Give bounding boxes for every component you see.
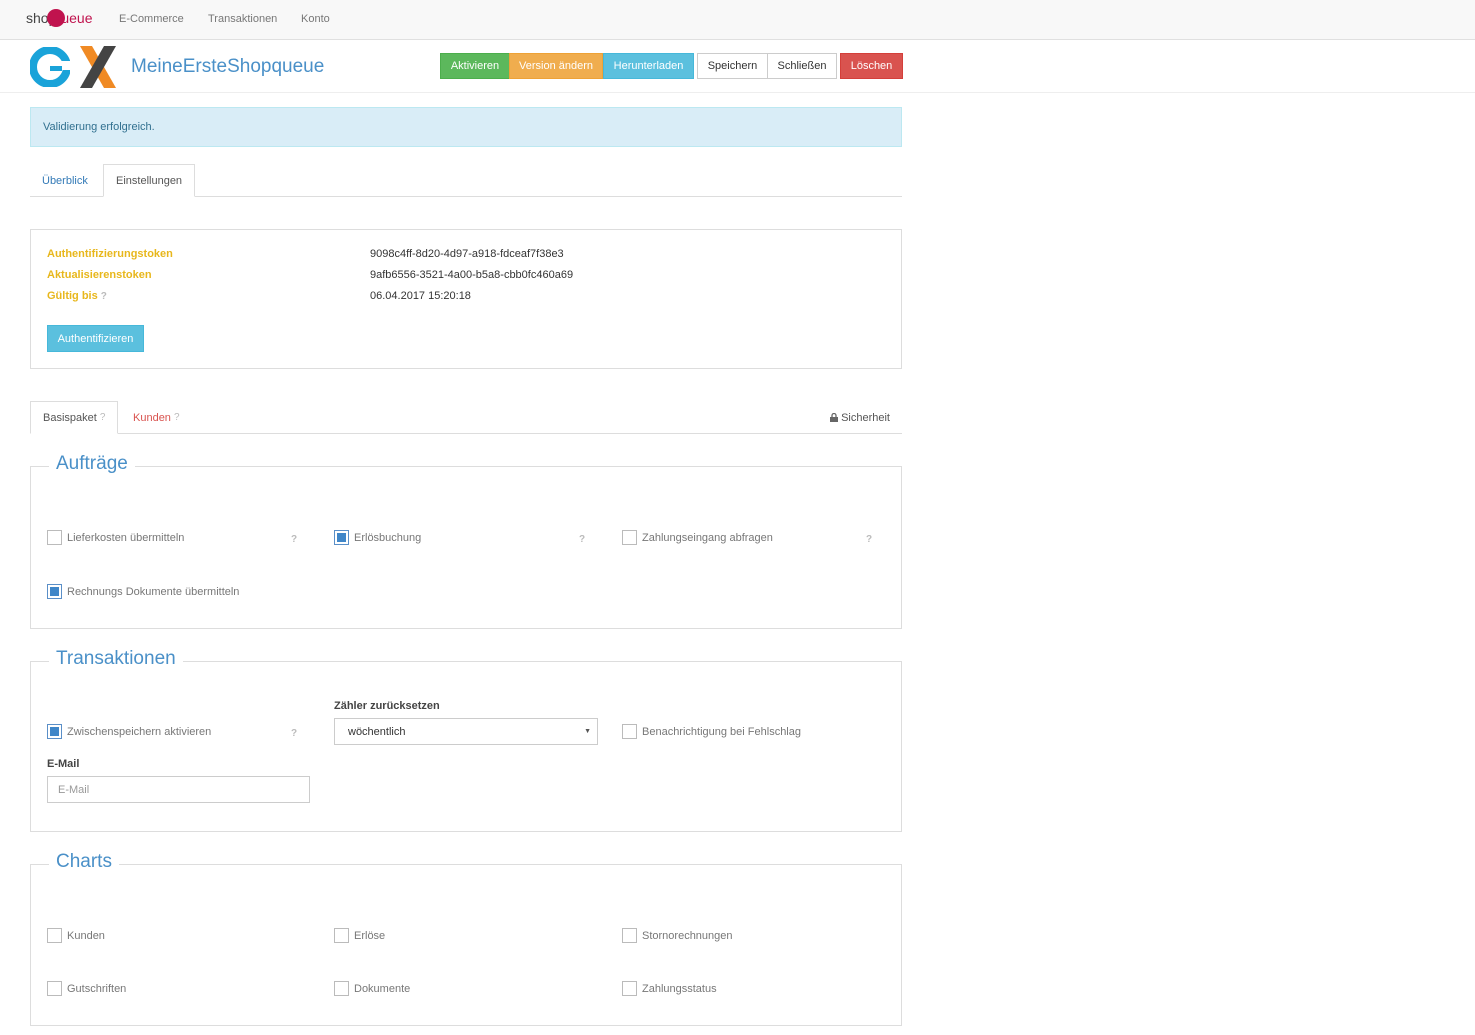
app-title: MeineErsteShopqueue	[131, 56, 325, 77]
tab-sicherheit[interactable]: Sicherheit	[818, 401, 902, 434]
checkbox-box[interactable]	[334, 928, 349, 943]
refresh-token-label: Aktualisierenstoken	[47, 269, 152, 281]
chart-kunden-checkbox[interactable]: Kunden	[47, 928, 105, 943]
change-version-button[interactable]: Version ändern	[509, 53, 603, 79]
nav-transaktionen[interactable]: Transaktionen	[208, 13, 277, 25]
chart-erloese-checkbox[interactable]: Erlöse	[334, 928, 385, 943]
zaehler-label: Zähler zurücksetzen	[334, 700, 440, 712]
checkbox-box[interactable]	[47, 530, 62, 545]
zwischenspeichern-label: Zwischenspeichern aktivieren	[67, 725, 212, 738]
chart-kunden-label: Kunden	[67, 929, 105, 942]
tab-sicherheit-label: Sicherheit	[841, 411, 890, 424]
brand-logo[interactable]: shop ueue	[26, 9, 93, 27]
chart-gutschriften-checkbox[interactable]: Gutschriften	[47, 981, 126, 996]
erloesbuchung-checkbox[interactable]: Erlösbuchung	[334, 530, 421, 545]
auftraege-legend: Aufträge	[49, 453, 135, 475]
nav-konto[interactable]: Konto	[301, 13, 330, 25]
help-icon[interactable]: ?	[100, 412, 106, 423]
chart-zahlungsstatus-checkbox[interactable]: Zahlungsstatus	[622, 981, 717, 996]
brand-text-queue: ueue	[61, 10, 93, 26]
lock-icon	[830, 413, 839, 422]
checkbox-box[interactable]	[47, 981, 62, 996]
chart-stornorechnungen-label: Stornorechnungen	[642, 929, 733, 942]
main-tabs: Überblick Einstellungen	[30, 164, 902, 197]
activate-button[interactable]: Aktivieren	[440, 53, 510, 79]
authenticate-button[interactable]: Authentifizieren	[47, 325, 144, 352]
zaehler-select-value: wöchentlich	[348, 726, 406, 738]
token-panel: Authentifizierungstoken 9098c4ff-8d20-4d…	[30, 229, 902, 369]
save-button[interactable]: Speichern	[697, 53, 768, 79]
valid-until-value: 06.04.2017 15:20:18	[370, 290, 471, 302]
tab-einstellungen[interactable]: Einstellungen	[103, 164, 196, 197]
zahlungseingang-label: Zahlungseingang abfragen	[642, 531, 773, 544]
chart-erloese-label: Erlöse	[354, 929, 386, 942]
top-navbar: shop ueue E-Commerce Transaktionen Konto	[0, 0, 1475, 40]
tab-basispaket-label: Basispaket	[43, 411, 97, 424]
zaehler-select[interactable]: wöchentlich ▼	[334, 718, 598, 745]
close-button[interactable]: Schließen	[767, 53, 837, 79]
checkbox-box[interactable]	[47, 724, 62, 739]
sub-tabs: Basispaket? Kunden? Sicherheit	[30, 401, 902, 434]
validation-alert: Validierung erfolgreich.	[30, 107, 902, 147]
nav-ecommerce[interactable]: E-Commerce	[119, 13, 184, 25]
help-icon[interactable]: ?	[866, 534, 872, 545]
benachrichtigung-label: Benachrichtigung bei Fehlschlag	[642, 725, 801, 738]
tab-ueberblick[interactable]: Überblick	[30, 164, 100, 197]
checkbox-box[interactable]	[622, 724, 637, 739]
chart-dokumente-label: Dokumente	[354, 982, 411, 995]
erloesbuchung-label: Erlösbuchung	[354, 531, 422, 544]
checkbox-box[interactable]	[334, 981, 349, 996]
zwischenspeichern-checkbox[interactable]: Zwischenspeichern aktivieren	[47, 724, 211, 739]
auth-token-value: 9098c4ff-8d20-4d97-a918-fdceaf7f38e3	[370, 248, 564, 260]
delete-button[interactable]: Löschen	[840, 53, 903, 79]
auth-token-label: Authentifizierungstoken	[47, 248, 173, 260]
chart-gutschriften-label: Gutschriften	[67, 982, 127, 995]
valid-until-label: Gültig bis?	[47, 290, 107, 302]
chart-zahlungsstatus-label: Zahlungsstatus	[642, 982, 717, 995]
checkbox-box[interactable]	[622, 530, 637, 545]
charts-fieldset: Charts Kunden Erlöse Stornorechnungen Gu…	[30, 851, 902, 1026]
valid-until-text: Gültig bis	[47, 290, 98, 302]
email-input[interactable]	[47, 776, 310, 803]
page-header: MeineErsteShopqueue Aktivieren Version ä…	[0, 41, 1475, 93]
checkbox-box[interactable]	[47, 928, 62, 943]
help-icon[interactable]: ?	[101, 291, 107, 302]
transaktionen-legend: Transaktionen	[49, 648, 183, 670]
transaktionen-fieldset: Transaktionen Zwischenspeichern aktivier…	[30, 648, 902, 832]
help-icon[interactable]: ?	[579, 534, 585, 545]
charts-legend: Charts	[49, 851, 119, 873]
help-icon[interactable]: ?	[174, 412, 180, 423]
tab-kunden-label: Kunden	[133, 411, 171, 424]
shop-system-logo-icon	[30, 47, 70, 87]
tab-kunden[interactable]: Kunden?	[121, 401, 192, 434]
checkbox-box[interactable]	[47, 584, 62, 599]
refresh-token-value: 9afb6556-3521-4a00-b5a8-cbb0fc460a69	[370, 269, 574, 281]
chart-stornorechnungen-checkbox[interactable]: Stornorechnungen	[622, 928, 733, 943]
lieferkosten-label: Lieferkosten übermitteln	[67, 531, 185, 544]
help-icon[interactable]: ?	[291, 534, 297, 545]
checkbox-box[interactable]	[622, 981, 637, 996]
email-label: E-Mail	[47, 758, 80, 770]
x-logo-icon	[80, 46, 116, 88]
zahlungseingang-checkbox[interactable]: Zahlungseingang abfragen	[622, 530, 773, 545]
tab-basispaket[interactable]: Basispaket?	[30, 401, 119, 434]
checkbox-box[interactable]	[334, 530, 349, 545]
rechnungs-dokumente-checkbox[interactable]: Rechnungs Dokumente übermitteln	[47, 584, 239, 599]
help-icon[interactable]: ?	[291, 728, 297, 739]
chart-dokumente-checkbox[interactable]: Dokumente	[334, 981, 410, 996]
lieferkosten-checkbox[interactable]: Lieferkosten übermitteln	[47, 530, 184, 545]
benachrichtigung-checkbox[interactable]: Benachrichtigung bei Fehlschlag	[622, 724, 801, 739]
checkbox-box[interactable]	[622, 928, 637, 943]
caret-down-icon: ▼	[584, 728, 591, 735]
rechnungs-dokumente-label: Rechnungs Dokumente übermitteln	[67, 585, 240, 598]
auftraege-fieldset: Aufträge Lieferkosten übermitteln ? Erlö…	[30, 453, 902, 629]
download-button[interactable]: Herunterladen	[603, 53, 694, 79]
